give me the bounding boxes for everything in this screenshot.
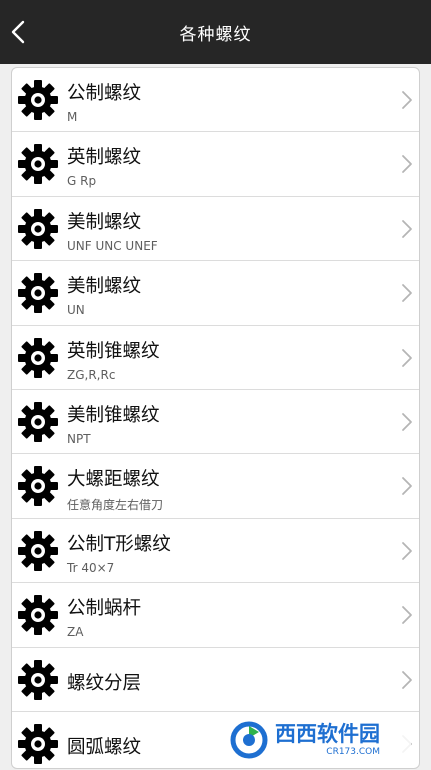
list-item[interactable]: 公制螺纹 M bbox=[12, 68, 419, 133]
list-item-label: 美制螺纹 bbox=[67, 276, 142, 298]
gear-icon bbox=[16, 207, 60, 251]
gear-icon bbox=[16, 593, 60, 637]
chevron-right-icon bbox=[402, 348, 412, 367]
watermark-logo-icon bbox=[230, 721, 268, 759]
gear-icon bbox=[16, 464, 60, 508]
list-item[interactable]: 大螺距螺纹 任意角度左右借刀 bbox=[12, 454, 419, 519]
watermark-text: 西西软件园 bbox=[275, 721, 380, 746]
list-item[interactable]: 公制T形螺纹 Tr 40×7 bbox=[12, 519, 419, 584]
list-item-subtitle: NPT bbox=[67, 431, 91, 446]
chevron-right-icon bbox=[402, 155, 412, 174]
chevron-right-icon bbox=[402, 477, 412, 496]
back-button[interactable] bbox=[0, 0, 36, 64]
gear-icon bbox=[16, 529, 60, 573]
list-item-subtitle: ZA bbox=[67, 625, 84, 640]
chevron-right-icon bbox=[402, 413, 412, 431]
gear-icon bbox=[16, 722, 60, 766]
list-item-label: 英制锥螺纹 bbox=[67, 340, 160, 362]
gear-icon bbox=[16, 271, 60, 315]
list-item-subtitle: UNF UNC UNEF bbox=[67, 238, 158, 253]
chevron-right-icon bbox=[402, 606, 412, 625]
thread-type-list: 公制螺纹 M 英制螺纹 G Rp 美制螺纹 UNF UNC UNEF 美制螺纹 … bbox=[11, 67, 420, 769]
list-item[interactable]: 英制锥螺纹 ZG,R,Rc bbox=[12, 326, 419, 390]
list-item-label: 美制螺纹 bbox=[67, 211, 142, 233]
list-item-label: 公制螺纹 bbox=[67, 83, 142, 104]
site-watermark: 西西软件园 CR173.COM bbox=[225, 718, 411, 762]
chevron-right-icon bbox=[402, 284, 412, 303]
gear-icon bbox=[16, 336, 60, 380]
list-item-label: 圆弧螺纹 bbox=[67, 736, 142, 758]
list-item-subtitle: ZG,R,Rc bbox=[67, 367, 116, 382]
list-item-label: 公制蜗杆 bbox=[67, 598, 142, 620]
gear-icon bbox=[16, 400, 60, 444]
list-item-subtitle: G Rp bbox=[67, 174, 97, 189]
gear-icon bbox=[16, 658, 60, 702]
chevron-right-icon bbox=[402, 541, 412, 560]
watermark-subtext: CR173.COM bbox=[326, 746, 380, 757]
chevron-right-icon bbox=[402, 219, 412, 238]
list-item-label: 螺纹分层 bbox=[67, 672, 142, 694]
list-item-subtitle: UN bbox=[67, 303, 85, 318]
page-title: 各种螺纹 bbox=[179, 24, 252, 45]
list-item[interactable]: 美制螺纹 UNF UNC UNEF bbox=[12, 197, 419, 262]
list-item-subtitle: M bbox=[67, 110, 78, 124]
list-item-subtitle: Tr 40×7 bbox=[67, 560, 115, 575]
list-item[interactable]: 美制螺纹 UN bbox=[12, 261, 419, 326]
chevron-right-icon bbox=[402, 91, 412, 109]
app-header: 各种螺纹 bbox=[0, 0, 431, 64]
list-item[interactable]: 英制螺纹 G Rp bbox=[12, 132, 419, 197]
list-item-label: 大螺距螺纹 bbox=[67, 469, 160, 491]
list-item[interactable]: 美制锥螺纹 NPT bbox=[12, 390, 419, 455]
list-item[interactable]: 螺纹分层 bbox=[12, 648, 419, 712]
gear-icon bbox=[16, 78, 60, 122]
list-item-label: 英制螺纹 bbox=[67, 147, 142, 169]
list-item[interactable]: 公制蜗杆 ZA bbox=[12, 583, 419, 648]
list-item-label: 公制T形螺纹 bbox=[67, 533, 171, 555]
chevron-right-icon bbox=[402, 670, 412, 689]
list-item-label: 美制锥螺纹 bbox=[67, 404, 160, 426]
list-item-subtitle: 任意角度左右借刀 bbox=[67, 498, 164, 513]
gear-icon bbox=[16, 142, 60, 186]
chevron-left-icon bbox=[11, 20, 25, 44]
